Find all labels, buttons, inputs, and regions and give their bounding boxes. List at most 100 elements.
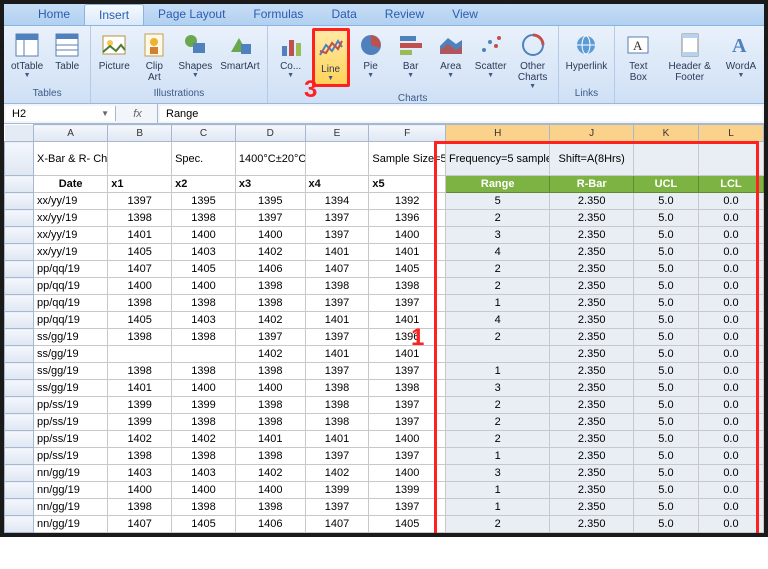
cell[interactable]: X-Bar & R- Chart <box>34 142 108 176</box>
cell[interactable]: 2.350 <box>550 380 634 397</box>
cell[interactable]: Spec. <box>172 142 236 176</box>
column-header-J[interactable]: J <box>550 125 634 142</box>
cell[interactable]: 1401 <box>108 227 172 244</box>
cell[interactable] <box>172 346 236 363</box>
cell[interactable]: 2 <box>445 261 549 278</box>
cell[interactable]: pp/ss/19 <box>34 448 108 465</box>
column-header-D[interactable]: D <box>235 125 305 142</box>
cell[interactable]: 2.350 <box>550 397 634 414</box>
row-header[interactable] <box>5 295 34 312</box>
row-header[interactable] <box>5 516 34 533</box>
cell[interactable]: 1398 <box>235 414 305 431</box>
cell[interactable]: 1402 <box>172 431 236 448</box>
cell[interactable]: 1401 <box>305 244 369 261</box>
cell[interactable]: 1398 <box>172 499 236 516</box>
cell[interactable]: 1400 <box>172 482 236 499</box>
cell[interactable]: 1402 <box>235 346 305 363</box>
cell[interactable]: 1396 <box>369 329 446 346</box>
cell[interactable]: 1399 <box>305 482 369 499</box>
row-header[interactable] <box>5 380 34 397</box>
cell[interactable]: 1406 <box>235 516 305 533</box>
grid[interactable]: ABCDEFHJKL X-Bar & R- ChartSpec.1400°C±2… <box>4 124 764 533</box>
table-header-cell[interactable]: x2 <box>172 176 236 193</box>
cell[interactable]: 1398 <box>235 448 305 465</box>
cell[interactable]: 5.0 <box>633 448 698 465</box>
cell[interactable]: pp/ss/19 <box>34 431 108 448</box>
cell[interactable] <box>108 142 172 176</box>
area-chart-button[interactable]: Area▼ <box>432 28 470 81</box>
column-header-L[interactable]: L <box>698 125 763 142</box>
cell[interactable]: 1401 <box>369 244 446 261</box>
cell[interactable]: 1398 <box>235 278 305 295</box>
column-header-E[interactable]: E <box>305 125 369 142</box>
cell[interactable]: 2 <box>445 278 549 295</box>
cell[interactable]: 2.350 <box>550 312 634 329</box>
cell[interactable]: 0.0 <box>698 516 763 533</box>
cell[interactable]: 1397 <box>305 210 369 227</box>
cell[interactable]: 1 <box>445 363 549 380</box>
name-box[interactable]: H2▼ <box>6 106 116 121</box>
row-header[interactable] <box>5 278 34 295</box>
cell[interactable]: 0.0 <box>698 363 763 380</box>
cell[interactable]: 1398 <box>108 210 172 227</box>
cell[interactable]: 0.0 <box>698 312 763 329</box>
cell[interactable]: 1397 <box>305 227 369 244</box>
cell[interactable]: 5.0 <box>633 329 698 346</box>
table-header-cell[interactable]: x1 <box>108 176 172 193</box>
cell[interactable]: 1398 <box>305 278 369 295</box>
scatter-chart-button[interactable]: Scatter▼ <box>472 28 510 81</box>
cell[interactable]: 1397 <box>369 448 446 465</box>
cell[interactable]: ss/gg/19 <box>34 346 108 363</box>
header-footer-button[interactable]: Header & Footer <box>659 28 720 85</box>
cell[interactable]: 2 <box>445 210 549 227</box>
row-header[interactable] <box>5 142 34 176</box>
table-header-cell[interactable]: x3 <box>235 176 305 193</box>
cell[interactable]: 5.0 <box>633 261 698 278</box>
textbox-button[interactable]: AText Box <box>619 28 657 85</box>
cell[interactable]: 0.0 <box>698 244 763 261</box>
cell[interactable]: xx/yy/19 <box>34 244 108 261</box>
cell[interactable]: 2 <box>445 516 549 533</box>
cell[interactable]: 1405 <box>172 516 236 533</box>
column-header-H[interactable]: H <box>445 125 549 142</box>
row-header[interactable] <box>5 193 34 210</box>
cell[interactable]: 1402 <box>108 431 172 448</box>
fx-button[interactable]: fx <box>118 104 158 123</box>
cell[interactable]: 5.0 <box>633 482 698 499</box>
cell[interactable]: 2 <box>445 431 549 448</box>
cell[interactable]: 1405 <box>108 312 172 329</box>
cell[interactable]: 3 <box>445 227 549 244</box>
cell[interactable]: 1399 <box>369 482 446 499</box>
cell[interactable] <box>633 142 698 176</box>
cell[interactable]: pp/ss/19 <box>34 414 108 431</box>
cell[interactable]: 1402 <box>235 465 305 482</box>
column-header-B[interactable]: B <box>108 125 172 142</box>
cell[interactable]: 1398 <box>108 363 172 380</box>
cell[interactable]: 2.350 <box>550 329 634 346</box>
column-header-F[interactable]: F <box>369 125 446 142</box>
cell[interactable]: 1398 <box>172 329 236 346</box>
cell[interactable]: 2.350 <box>550 244 634 261</box>
cell[interactable] <box>305 142 369 176</box>
cell[interactable]: 5.0 <box>633 414 698 431</box>
cell[interactable]: 5.0 <box>633 210 698 227</box>
cell[interactable]: 2.350 <box>550 210 634 227</box>
table-header-cell[interactable]: UCL <box>633 176 698 193</box>
row-header[interactable] <box>5 329 34 346</box>
cell[interactable]: xx/yy/19 <box>34 210 108 227</box>
cell[interactable]: 1 <box>445 448 549 465</box>
ribbon-tab-data[interactable]: Data <box>317 4 370 25</box>
cell[interactable]: 0.0 <box>698 397 763 414</box>
cell[interactable]: 2 <box>445 329 549 346</box>
cell[interactable]: xx/yy/19 <box>34 193 108 210</box>
table-header-cell[interactable]: R-Bar <box>550 176 634 193</box>
cell[interactable]: xx/yy/19 <box>34 227 108 244</box>
cell[interactable]: 5.0 <box>633 380 698 397</box>
picture-button[interactable]: Picture <box>95 28 133 74</box>
cell[interactable]: 1403 <box>172 312 236 329</box>
cell[interactable]: 2 <box>445 414 549 431</box>
cell[interactable]: 0.0 <box>698 448 763 465</box>
cell[interactable]: ss/gg/19 <box>34 380 108 397</box>
cell[interactable]: 2.350 <box>550 193 634 210</box>
cell[interactable]: 1397 <box>369 397 446 414</box>
